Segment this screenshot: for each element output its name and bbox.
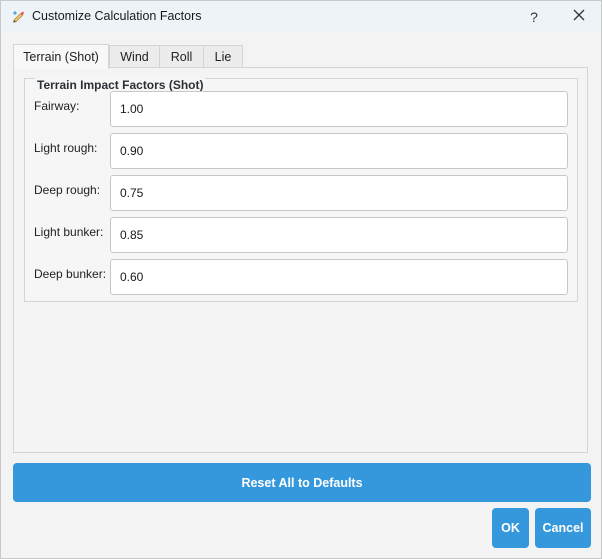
deep-bunker-label: Deep bunker: xyxy=(34,267,107,281)
group-title: Terrain Impact Factors (Shot) xyxy=(35,78,206,92)
cancel-button[interactable]: Cancel xyxy=(535,508,591,548)
fairway-input[interactable] xyxy=(110,91,568,127)
terrain-factors-group: Terrain Impact Factors (Shot) Fairway: L… xyxy=(24,78,578,302)
deep-rough-label: Deep rough: xyxy=(34,183,101,197)
fairway-label: Fairway: xyxy=(34,99,80,113)
deep-rough-input[interactable] xyxy=(110,175,568,211)
deep-bunker-row: Deep bunker: xyxy=(25,259,577,295)
ok-button[interactable]: OK xyxy=(492,508,529,548)
tab-label: Roll xyxy=(170,49,193,64)
fairway-row: Fairway: xyxy=(25,91,577,127)
paint-brush-icon xyxy=(11,9,25,23)
close-icon xyxy=(573,9,585,24)
light-rough-input[interactable] xyxy=(110,133,568,169)
light-rough-label: Light rough: xyxy=(34,141,98,155)
window-title: Customize Calculation Factors xyxy=(32,9,202,23)
dialog-window: Customize Calculation Factors ? Terrain … xyxy=(0,0,602,559)
tab-terrain-shot[interactable]: Terrain (Shot) xyxy=(13,44,109,69)
light-rough-row: Light rough: xyxy=(25,133,577,169)
title-bar: Customize Calculation Factors ? xyxy=(1,1,601,32)
tab-label: Lie xyxy=(214,49,232,64)
light-bunker-row: Light bunker: xyxy=(25,217,577,253)
tab-roll[interactable]: Roll xyxy=(159,45,204,67)
deep-rough-row: Deep rough: xyxy=(25,175,577,211)
help-label: ? xyxy=(530,8,538,25)
deep-bunker-input[interactable] xyxy=(110,259,568,295)
tab-panel-terrain-shot: Terrain Impact Factors (Shot) Fairway: L… xyxy=(13,67,588,453)
tab-lie[interactable]: Lie xyxy=(203,45,243,67)
tab-wind[interactable]: Wind xyxy=(109,45,160,67)
help-button[interactable]: ? xyxy=(519,1,549,32)
reset-defaults-button[interactable]: Reset All to Defaults xyxy=(13,463,591,502)
light-bunker-input[interactable] xyxy=(110,217,568,253)
tab-label: Terrain (Shot) xyxy=(23,50,99,64)
light-bunker-label: Light bunker: xyxy=(34,225,104,239)
tab-label: Wind xyxy=(120,49,149,64)
close-button[interactable] xyxy=(561,1,597,32)
